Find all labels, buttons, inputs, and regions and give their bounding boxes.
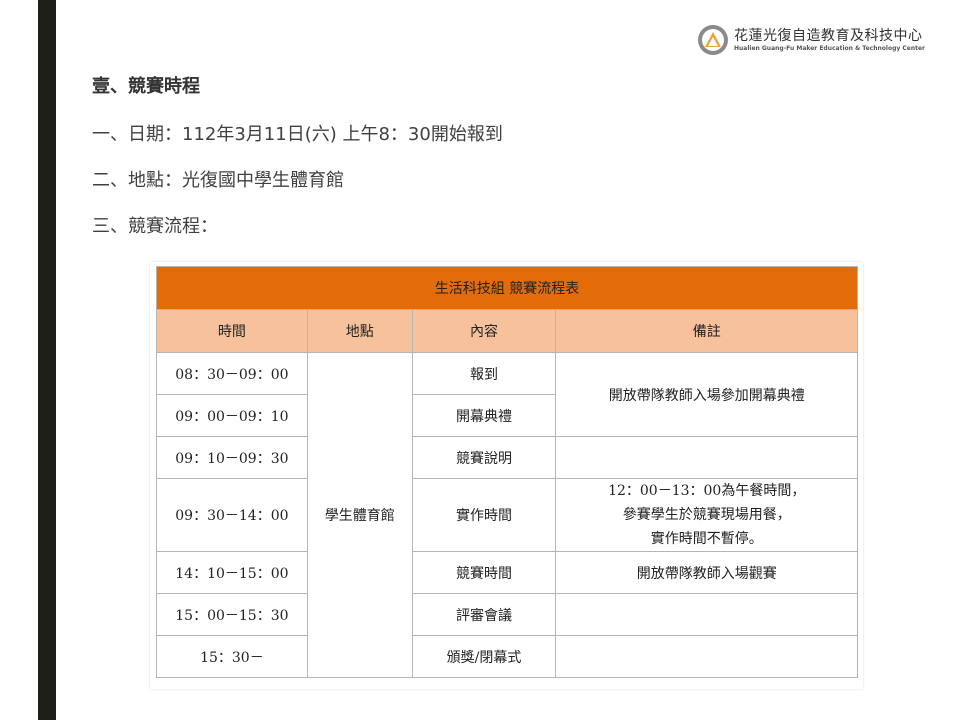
note-work-line: 參賽學生於競賽現場用餐， xyxy=(622,507,791,523)
note-cell-empty xyxy=(555,635,858,678)
header-time: 時間 xyxy=(156,309,308,353)
note-cell-empty xyxy=(555,436,858,479)
content-cell: 競賽時間 xyxy=(411,551,557,594)
logo-chinese-name: 花蓮光復自造教育及科技中心 xyxy=(734,27,923,44)
time-cell: 15：30－ xyxy=(156,635,308,678)
header-location: 地點 xyxy=(306,309,413,353)
logo-english-name: Hualien Guang-Fu Maker Education & Techn… xyxy=(734,44,926,52)
time-cell: 09：30－14：00 xyxy=(156,478,308,552)
time-cell: 09：00－09：10 xyxy=(156,394,308,437)
content-cell: 報到 xyxy=(411,352,557,395)
header-content: 內容 xyxy=(411,309,557,353)
schedule-table-card: 生活科技組 競賽流程表 時間 地點 內容 備註 08：30－09：00 學生體育… xyxy=(150,262,863,689)
content-cell: 實作時間 xyxy=(411,478,557,552)
note-work-line: 實作時間不暫停。 xyxy=(650,531,763,547)
date-item: 一、日期：112年3月11日(六) 上午8：30開始報到 xyxy=(92,124,503,145)
table-title: 生活科技組 競賽流程表 xyxy=(156,266,858,310)
time-cell: 09：10－09：30 xyxy=(156,436,308,479)
header-notes: 備註 xyxy=(555,309,858,353)
table-row: 09：30－14：00 實作時間 12：00－13：00為午餐時間， 參賽學生於… xyxy=(156,478,858,552)
location-item: 二、地點：光復國中學生體育館 xyxy=(92,170,344,191)
time-cell: 15：00－15：30 xyxy=(156,593,308,636)
location-cell: 學生體育館 xyxy=(306,352,413,678)
table-row: 15：30－ 頒獎/閉幕式 xyxy=(156,635,858,678)
left-accent-bar xyxy=(38,0,56,720)
note-cell-empty xyxy=(555,593,858,636)
content-cell: 競賽說明 xyxy=(411,436,557,479)
note-work-cell: 12：00－13：00為午餐時間， 參賽學生於競賽現場用餐， 實作時間不暫停。 xyxy=(555,478,858,552)
table-row: 09：10－09：30 競賽說明 xyxy=(156,436,858,479)
time-cell: 14：10－15：00 xyxy=(156,551,308,594)
table-row: 08：30－09：00 學生體育館 報到 開放帶隊教師入場參加開幕典禮 xyxy=(156,352,858,678)
time-cell: 08：30－09：00 xyxy=(156,352,308,395)
content-cell: 評審會議 xyxy=(411,593,557,636)
note-opening-cell: 開放帶隊教師入場參加開幕典禮 xyxy=(555,352,858,437)
note-competition-cell: 開放帶隊教師入場觀賽 xyxy=(555,551,858,594)
table-row: 15：00－15：30 評審會議 xyxy=(156,593,858,636)
logo-emblem-icon xyxy=(698,25,728,55)
content-cell: 頒獎/閉幕式 xyxy=(411,635,557,678)
flow-item: 三、競賽流程： xyxy=(92,216,218,237)
table-row: 14：10－15：00 競賽時間 開放帶隊教師入場觀賽 xyxy=(156,551,858,594)
schedule-table: 生活科技組 競賽流程表 時間 地點 內容 備註 08：30－09：00 學生體育… xyxy=(156,266,858,678)
content-cell: 開幕典禮 xyxy=(411,394,557,437)
note-work-line: 12：00－13：00為午餐時間， xyxy=(608,483,806,499)
section-heading: 壹、競賽時程 xyxy=(92,76,200,97)
center-logo: 花蓮光復自造教育及科技中心 Hualien Guang-Fu Maker Edu… xyxy=(698,22,925,58)
